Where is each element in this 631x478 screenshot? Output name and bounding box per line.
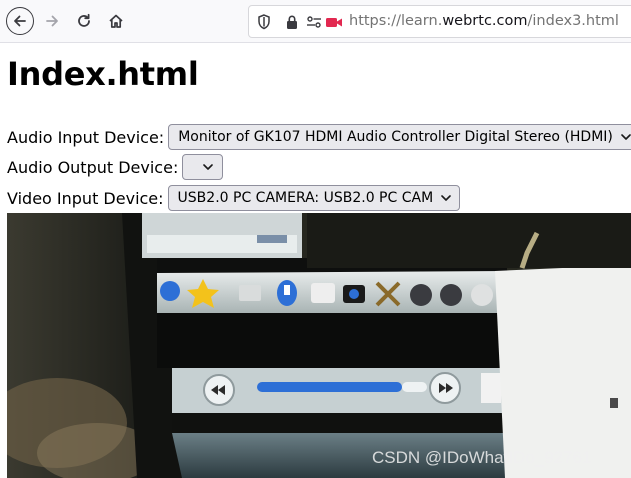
- forward-button[interactable]: [38, 7, 66, 35]
- arrow-left-icon: [14, 15, 26, 27]
- camera-sharing-icon[interactable]: [325, 14, 343, 30]
- video-preview: CSDN @IDoWhatIDo_92761: [7, 213, 631, 478]
- audio-input-row: Audio Input Device: Monitor of GK107 HDM…: [7, 124, 631, 150]
- reload-button[interactable]: [70, 7, 98, 35]
- url-text[interactable]: https://learn.webrtc.com/index3.html: [349, 13, 619, 29]
- watermark-text: CSDN @IDoWhatIDo_92761: [372, 448, 592, 467]
- video-input-select[interactable]: USB2.0 PC CAMERA: USB2.0 PC CAM: [167, 185, 461, 211]
- lock-icon[interactable]: [285, 14, 299, 30]
- shield-icon[interactable]: [257, 14, 271, 30]
- url-path: /index3.html: [527, 13, 619, 29]
- page-title: Index.html: [7, 55, 199, 93]
- chevron-down-icon: [441, 195, 451, 201]
- home-icon: [109, 14, 123, 28]
- url-prefix: https://learn.: [349, 13, 443, 29]
- audio-input-label: Audio Input Device:: [7, 127, 165, 147]
- back-button[interactable]: [6, 7, 34, 35]
- address-bar[interactable]: https://learn.webrtc.com/index3.html: [248, 5, 631, 38]
- camera-feed-image: [7, 213, 631, 478]
- home-button[interactable]: [102, 7, 130, 35]
- audio-output-label: Audio Output Device:: [7, 157, 179, 177]
- audio-output-select[interactable]: [182, 154, 224, 180]
- permissions-icon[interactable]: [306, 14, 322, 30]
- audio-output-row: Audio Output Device:: [7, 154, 224, 180]
- video-input-label: Video Input Device:: [7, 188, 164, 208]
- audio-input-select[interactable]: Monitor of GK107 HDMI Audio Controller D…: [168, 124, 631, 150]
- browser-toolbar: https://learn.webrtc.com/index3.html: [0, 0, 631, 43]
- video-input-row: Video Input Device: USB2.0 PC CAMERA: US…: [7, 185, 461, 211]
- audio-input-value: Monitor of GK107 HDMI Audio Controller D…: [178, 129, 613, 145]
- arrow-right-icon: [46, 15, 58, 27]
- reload-icon: [78, 13, 90, 27]
- video-input-value: USB2.0 PC CAMERA: USB2.0 PC CAM: [177, 190, 434, 206]
- url-domain: webrtc.com: [442, 13, 528, 29]
- chevron-down-icon: [203, 164, 214, 170]
- chevron-down-icon: [621, 134, 631, 140]
